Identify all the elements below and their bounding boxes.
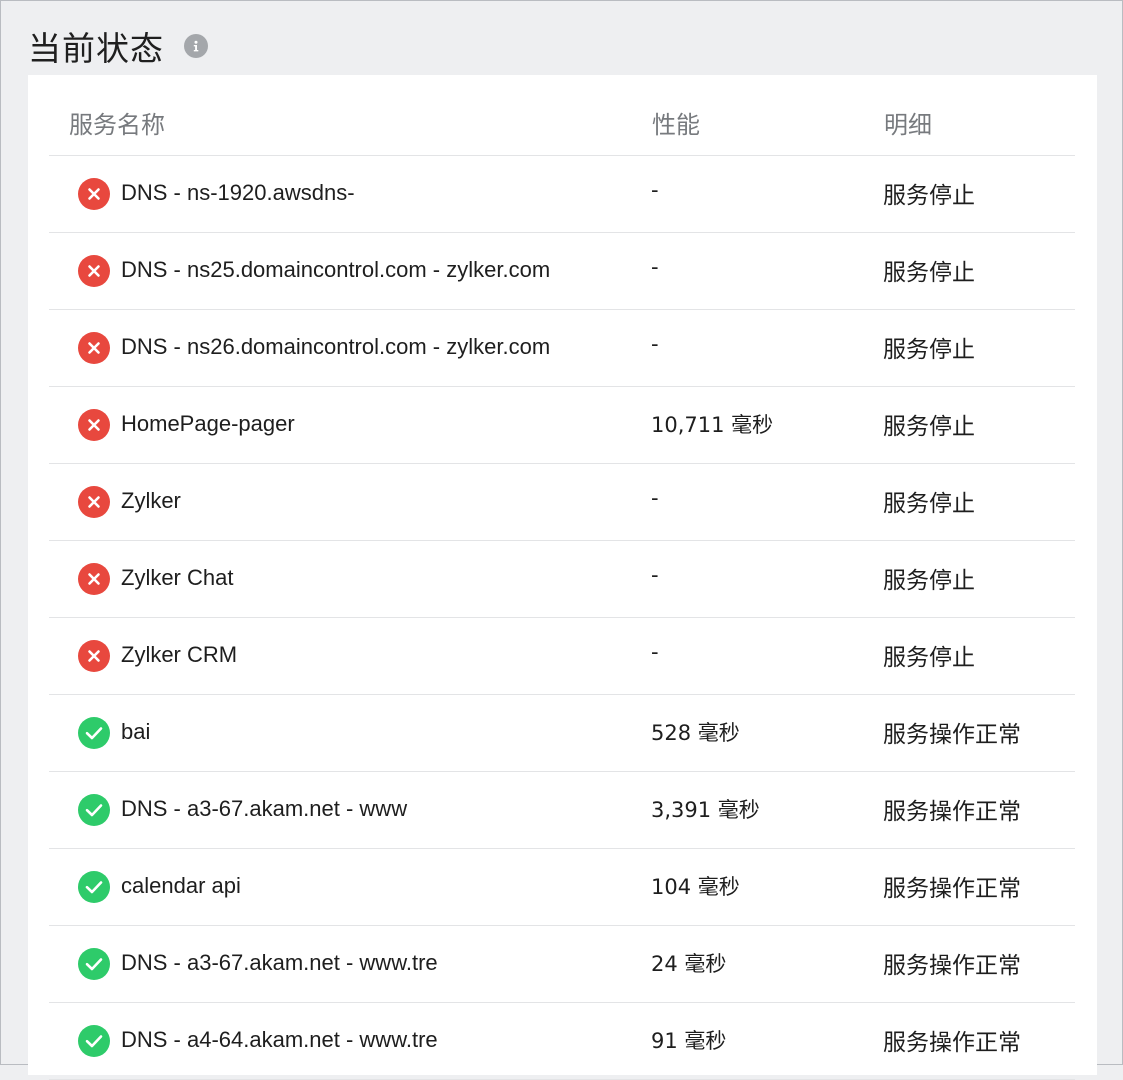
performance-value: 528 毫秒 bbox=[651, 717, 740, 747]
status-detail: 服务操作正常 bbox=[883, 869, 1021, 903]
service-name[interactable]: DNS - ns25.domaincontrol.com - zylker.co… bbox=[121, 257, 550, 283]
table-row[interactable]: calendar api 104 毫秒 服务操作正常 bbox=[49, 849, 1075, 926]
column-header-detail: 明细 bbox=[884, 105, 932, 140]
table-row[interactable]: DNS - a3-67.akam.net - www.tre 24 毫秒 服务操作正… bbox=[49, 926, 1075, 1003]
column-header-performance: 性能 bbox=[652, 105, 700, 140]
table-row[interactable]: DNS - a4-64.akam.net - www.tre 91 毫秒 服务操作正… bbox=[49, 1003, 1075, 1080]
performance-value: - bbox=[651, 332, 659, 356]
service-name[interactable]: Zylker bbox=[121, 488, 181, 514]
status-detail: 服务停止 bbox=[883, 484, 975, 518]
status-detail: 服务停止 bbox=[883, 407, 975, 441]
table-row[interactable]: DNS - ns-1920.awsdns- - 服务停止 bbox=[49, 156, 1075, 233]
table-header: 服务名称 性能 明细 bbox=[49, 75, 1075, 156]
table-row[interactable]: Zylker - 服务停止 bbox=[49, 464, 1075, 541]
status-card: 服务名称 性能 明细 DNS - ns-1920.awsdns--服务停止DNS… bbox=[28, 75, 1097, 1075]
check-circle-icon bbox=[78, 794, 110, 826]
status-detail: 服务操作正常 bbox=[883, 946, 1021, 980]
service-name[interactable]: DNS - ns26.domaincontrol.com - zylker.co… bbox=[121, 334, 550, 360]
info-icon[interactable] bbox=[184, 34, 208, 58]
column-header-service-name: 服务名称 bbox=[69, 105, 165, 140]
service-name[interactable]: calendar api bbox=[121, 873, 241, 899]
status-detail: 服务操作正常 bbox=[883, 715, 1021, 749]
close-circle-icon bbox=[78, 409, 110, 441]
status-detail: 服务停止 bbox=[883, 638, 975, 672]
table-body: DNS - ns-1920.awsdns- - 服务停止 DNS - ns25.dom… bbox=[49, 156, 1075, 1080]
performance-value: - bbox=[651, 486, 659, 510]
performance-value: - bbox=[651, 563, 659, 587]
performance-value: - bbox=[651, 255, 659, 279]
performance-value: - bbox=[651, 640, 659, 664]
check-circle-icon bbox=[78, 1025, 110, 1057]
table-row[interactable]: Zylker CRM - 服务停止 bbox=[49, 618, 1075, 695]
performance-value: 24 毫秒 bbox=[651, 948, 726, 978]
performance-value: 104 毫秒 bbox=[651, 871, 740, 901]
table-row[interactable]: bai 528 毫秒 服务操作正常 bbox=[49, 695, 1075, 772]
status-detail: 服务操作正常 bbox=[883, 1023, 1021, 1057]
service-name[interactable]: Zylker Chat bbox=[121, 565, 233, 591]
service-name[interactable]: DNS - a4-64.akam.net - www.tre bbox=[121, 1027, 438, 1053]
table-row[interactable]: DNS - a3-67.akam.net - www 3,391 毫秒 服务操作正常 bbox=[49, 772, 1075, 849]
status-detail: 服务停止 bbox=[883, 253, 975, 287]
status-detail: 服务停止 bbox=[883, 176, 975, 210]
service-name[interactable]: HomePage-pager bbox=[121, 411, 295, 437]
status-table: 服务名称 性能 明细 DNS - ns-1920.awsdns--服务停止DNS… bbox=[49, 75, 1075, 1080]
service-name[interactable]: DNS - a3-67.akam.net - www bbox=[121, 796, 407, 822]
close-circle-icon bbox=[78, 640, 110, 672]
status-detail: 服务操作正常 bbox=[883, 792, 1021, 826]
table-row[interactable]: HomePage-pager 10,711 毫秒 服务停止 bbox=[49, 387, 1075, 464]
close-circle-icon bbox=[78, 486, 110, 518]
check-circle-icon bbox=[78, 717, 110, 749]
close-circle-icon bbox=[78, 255, 110, 287]
service-name[interactable]: bai bbox=[121, 719, 150, 745]
service-name[interactable]: Zylker CRM bbox=[121, 642, 237, 668]
status-detail: 服务停止 bbox=[883, 330, 975, 364]
page-title: 当前状态 bbox=[28, 22, 164, 70]
status-detail: 服务停止 bbox=[883, 561, 975, 595]
close-circle-icon bbox=[78, 563, 110, 595]
table-row[interactable]: DNS - ns25.domaincontrol.com - zylker.co… bbox=[49, 233, 1075, 310]
performance-value: 91 毫秒 bbox=[651, 1025, 726, 1055]
check-circle-icon bbox=[78, 948, 110, 980]
title-row: 当前状态 bbox=[28, 24, 208, 68]
service-name[interactable]: DNS - a3-67.akam.net - www.tre bbox=[121, 950, 438, 976]
performance-value: - bbox=[651, 178, 659, 202]
close-circle-icon bbox=[78, 332, 110, 364]
close-circle-icon bbox=[78, 178, 110, 210]
table-row[interactable]: Zylker Chat - 服务停止 bbox=[49, 541, 1075, 618]
table-row[interactable]: DNS - ns26.domaincontrol.com - zylker.co… bbox=[49, 310, 1075, 387]
performance-value: 3,391 毫秒 bbox=[651, 794, 760, 824]
check-circle-icon bbox=[78, 871, 110, 903]
service-name[interactable]: DNS - ns-1920.awsdns- bbox=[121, 180, 355, 206]
performance-value: 10,711 毫秒 bbox=[651, 409, 773, 439]
